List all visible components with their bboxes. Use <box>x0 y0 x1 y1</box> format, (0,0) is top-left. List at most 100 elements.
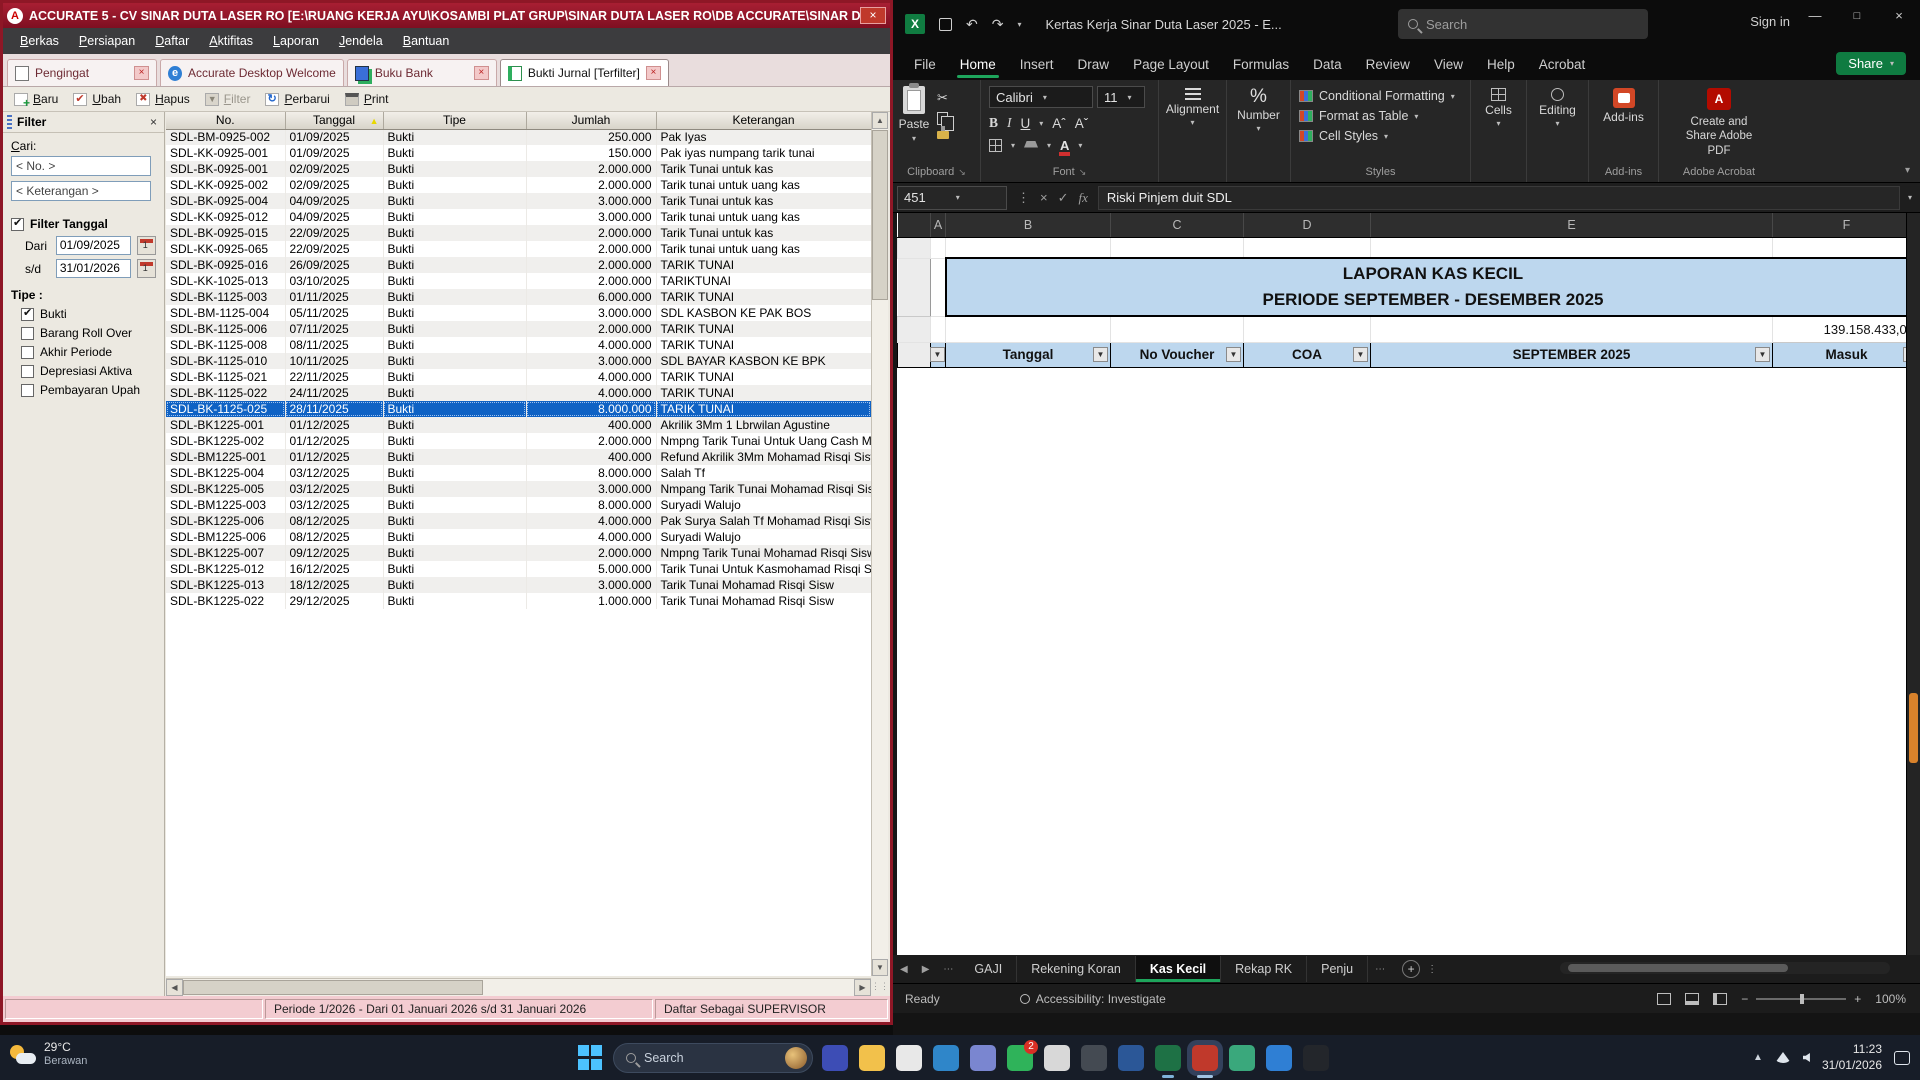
tab-close-icon[interactable]: × <box>473 66 489 80</box>
ribbon-tab[interactable]: View <box>1423 51 1474 78</box>
scroll-up-icon[interactable]: ▲ <box>872 112 888 129</box>
paste-button[interactable]: Paste ▾ <box>893 83 935 143</box>
journal-row[interactable]: SDL-BM-0925-002 01/09/2025 Bukti 250.000… <box>166 129 871 145</box>
filter-close-icon[interactable]: × <box>147 115 160 129</box>
ribbon-tab[interactable]: File <box>903 51 947 78</box>
name-box[interactable]: 451 ▾ <box>897 185 1007 210</box>
quick-access-chevron-icon[interactable]: ▾ <box>1017 20 1021 29</box>
minimize-icon[interactable]: — <box>1794 0 1836 34</box>
tab-close-icon[interactable]: × <box>134 66 149 80</box>
filter-tanggal-checkbox[interactable]: Filter Tanggal <box>11 216 156 231</box>
sheet-tab[interactable]: Rekening Koran <box>1017 956 1136 982</box>
column-header[interactable] <box>1111 367 1244 368</box>
page-layout-view-icon[interactable] <box>1685 992 1700 1005</box>
journal-row[interactable]: SDL-BK-1125-008 08/11/2025 Bukti 4.000.0… <box>166 337 871 353</box>
calendar-icon[interactable] <box>136 259 156 278</box>
cell-styles-button[interactable]: Cell Styles ▾ <box>1291 126 1470 146</box>
font-color-icon[interactable]: A <box>1058 138 1071 156</box>
taskbar-search[interactable]: Search <box>613 1042 813 1073</box>
toolbar-button[interactable]: Filter <box>200 90 259 108</box>
sheet-menu-icon[interactable]: ⋮ <box>1420 964 1444 975</box>
cancel-icon[interactable]: × <box>1040 190 1048 205</box>
font-name-select[interactable]: Calibri ▾ <box>989 86 1093 108</box>
tipe-checkbox[interactable]: Depresiasi Aktiva <box>21 364 156 378</box>
report-title-cell[interactable]: LAPORAN KAS KECIL PERIODE SEPTEMBER - DE… <box>944 257 1920 317</box>
borders-icon[interactable] <box>989 139 1002 152</box>
copy-icon[interactable] <box>937 112 954 131</box>
ribbon-tab[interactable]: Acrobat <box>1528 51 1597 78</box>
scroll-thumb[interactable] <box>872 130 888 300</box>
expand-formula-bar-icon[interactable]: ▾ <box>1908 193 1912 202</box>
ribbon-tab[interactable]: Data <box>1302 51 1353 78</box>
tipe-checkbox[interactable]: Barang Roll Over <box>21 326 156 340</box>
journal-row[interactable]: SDL-BK1225-001 01/12/2025 Bukti 400.000 … <box>166 417 871 433</box>
zoom-slider[interactable]: − + <box>1741 992 1861 1006</box>
camera-icon[interactable] <box>1081 1044 1107 1071</box>
scroll-thumb[interactable] <box>1909 693 1918 763</box>
journal-row[interactable]: SDL-BK1225-002 01/12/2025 Bukti 2.000.00… <box>166 433 871 449</box>
editing-button[interactable]: Editing ▾ <box>1527 86 1588 128</box>
dari-date-input[interactable]: 01/09/2025 <box>55 236 131 255</box>
filter-dropdown-icon[interactable]: ▼ <box>1226 346 1241 362</box>
filter-corner-cell[interactable]: ▼ <box>930 341 946 368</box>
col-header-jumlah[interactable]: Jumlah <box>526 112 657 130</box>
journal-row[interactable]: SDL-BK1225-007 09/12/2025 Bukti 2.000.00… <box>166 545 871 561</box>
word-icon[interactable] <box>1118 1044 1144 1071</box>
wifi-icon[interactable] <box>1774 1052 1791 1063</box>
create-share-adobe-pdf-button[interactable]: A Create and Share Adobe PDF <box>1659 86 1779 158</box>
zoom-in-icon[interactable]: + <box>1854 992 1861 1006</box>
format-painter-icon[interactable] <box>937 126 949 139</box>
column-header[interactable]: A <box>930 213 946 238</box>
scroll-thumb[interactable] <box>1568 964 1788 972</box>
chrome-icon[interactable] <box>1044 1044 1070 1071</box>
journal-row[interactable]: SDL-BK-0925-004 04/09/2025 Bukti 3.000.0… <box>166 193 871 209</box>
select-all-corner[interactable] <box>897 213 931 238</box>
journal-row[interactable]: SDL-BK1225-006 08/12/2025 Bukti 4.000.00… <box>166 513 871 529</box>
search-input[interactable]: Search <box>1398 9 1648 39</box>
sheet-tab[interactable]: Kas Kecil <box>1135 956 1222 982</box>
header-masuk[interactable]: Masuk▼ <box>1772 341 1920 368</box>
decrease-font-icon[interactable]: Aˇ <box>1075 116 1089 131</box>
sheet-prev-icon[interactable]: ◀ <box>893 964 915 975</box>
underline-button[interactable]: U <box>1021 116 1031 131</box>
journal-row[interactable]: SDL-BK1225-012 16/12/2025 Bukti 5.000.00… <box>166 561 871 577</box>
panel-grip[interactable] <box>7 115 12 129</box>
header-no-voucher[interactable]: No Voucher ▼ <box>1110 341 1244 368</box>
journal-row[interactable]: SDL-BK-1125-010 10/11/2025 Bukti 3.000.0… <box>166 353 871 369</box>
enter-icon[interactable]: ✓ <box>1058 190 1069 206</box>
share-button[interactable]: Share ▾ <box>1836 52 1906 75</box>
accurate-icon[interactable] <box>1192 1044 1218 1078</box>
maximize-icon[interactable]: □ <box>1836 0 1878 34</box>
file-explorer-icon[interactable] <box>859 1044 885 1071</box>
journal-row[interactable]: SDL-BM1225-001 01/12/2025 Bukti 400.000 … <box>166 449 871 465</box>
filter-dropdown-icon[interactable]: ▼ <box>1755 346 1770 362</box>
edge-icon[interactable] <box>933 1044 959 1071</box>
journal-row[interactable]: SDL-BM1225-003 03/12/2025 Bukti 8.000.00… <box>166 497 871 513</box>
toolbar-button[interactable]: Perbarui <box>260 90 337 108</box>
column-header[interactable]: E <box>1370 213 1773 238</box>
dialog-launcher-icon[interactable]: ↘ <box>1079 167 1087 177</box>
close-icon[interactable]: × <box>1878 0 1920 34</box>
search-no-input[interactable]: < No. > <box>11 156 151 176</box>
scroll-right-icon[interactable]: ▶ <box>854 979 871 996</box>
toolbar-button[interactable]: Ubah <box>68 90 129 108</box>
header-coa[interactable]: COA ▼ <box>1243 341 1371 368</box>
horizontal-scrollbar[interactable] <box>1560 962 1890 974</box>
accessibility-status[interactable]: Accessibility: Investigate <box>1019 992 1166 1006</box>
cut-icon[interactable]: ✂ <box>937 90 949 106</box>
journal-row[interactable]: SDL-BK-1125-021 22/11/2025 Bukti 4.000.0… <box>166 369 871 385</box>
normal-view-icon[interactable] <box>1657 992 1672 1005</box>
addins-button[interactable]: Add-ins <box>1589 86 1658 124</box>
horizontal-scrollbar[interactable]: ◀ ▶ <box>166 978 871 996</box>
column-header[interactable]: F <box>1772 213 1920 238</box>
ribbon-tab[interactable]: Draw <box>1067 51 1121 78</box>
tray-expand-icon[interactable]: ▲ <box>1753 1052 1763 1063</box>
redo-icon[interactable]: ↷ <box>992 16 1004 33</box>
column-header[interactable] <box>931 367 946 368</box>
ribbon-tab[interactable]: Home <box>949 51 1007 78</box>
undo-icon[interactable]: ↶ <box>966 16 978 33</box>
scroll-left-icon[interactable]: ◀ <box>166 979 183 996</box>
excel-titlebar[interactable]: X ↶ ↷ ▾ Kertas Kerja Sinar Duta Laser 20… <box>893 0 1920 48</box>
vscode-icon[interactable] <box>1266 1044 1292 1071</box>
format-as-table-button[interactable]: Format as Table ▾ <box>1291 106 1470 126</box>
